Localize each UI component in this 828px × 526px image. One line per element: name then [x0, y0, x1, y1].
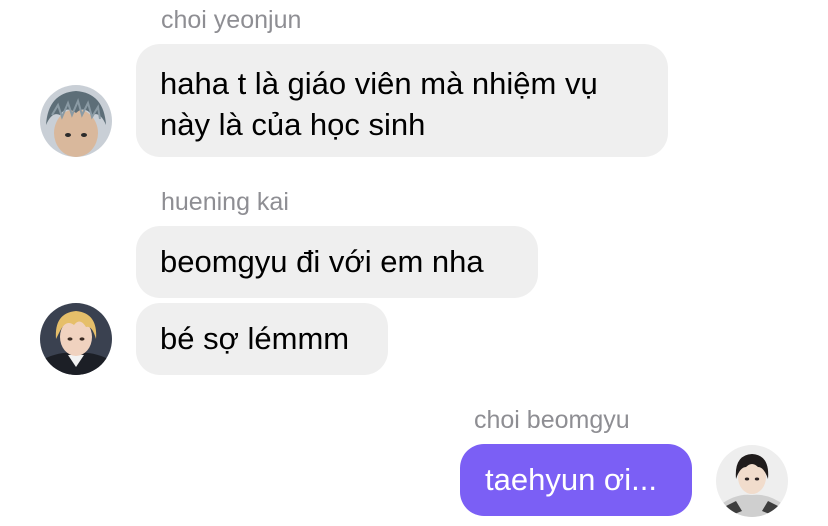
message-bubble-beomgyu[interactable]: taehyun ơi...	[460, 444, 692, 516]
message-bubble-yeonjun[interactable]: haha t là giáo viên mà nhiệm vụ này là c…	[136, 44, 668, 157]
message-line-1: haha t là giáo viên mà nhiệm vụ	[160, 66, 598, 101]
avatar-beomgyu-image	[716, 445, 788, 517]
sender-name-kai: huening kai	[161, 188, 289, 216]
avatar-yeonjun[interactable]	[40, 85, 112, 157]
message-bubble-kai-1[interactable]: beomgyu đi với em nha	[136, 226, 538, 298]
sender-name-yeonjun: choi yeonjun	[161, 6, 302, 34]
avatar-beomgyu[interactable]	[716, 445, 788, 517]
avatar-kai-image	[40, 303, 112, 375]
message-bubble-kai-2[interactable]: bé sợ lémmm	[136, 303, 388, 375]
message-line-2: này là của học sinh	[160, 107, 426, 142]
avatar-kai[interactable]	[40, 303, 112, 375]
avatar-yeonjun-image	[40, 85, 112, 157]
sender-name-beomgyu: choi beomgyu	[474, 406, 630, 434]
